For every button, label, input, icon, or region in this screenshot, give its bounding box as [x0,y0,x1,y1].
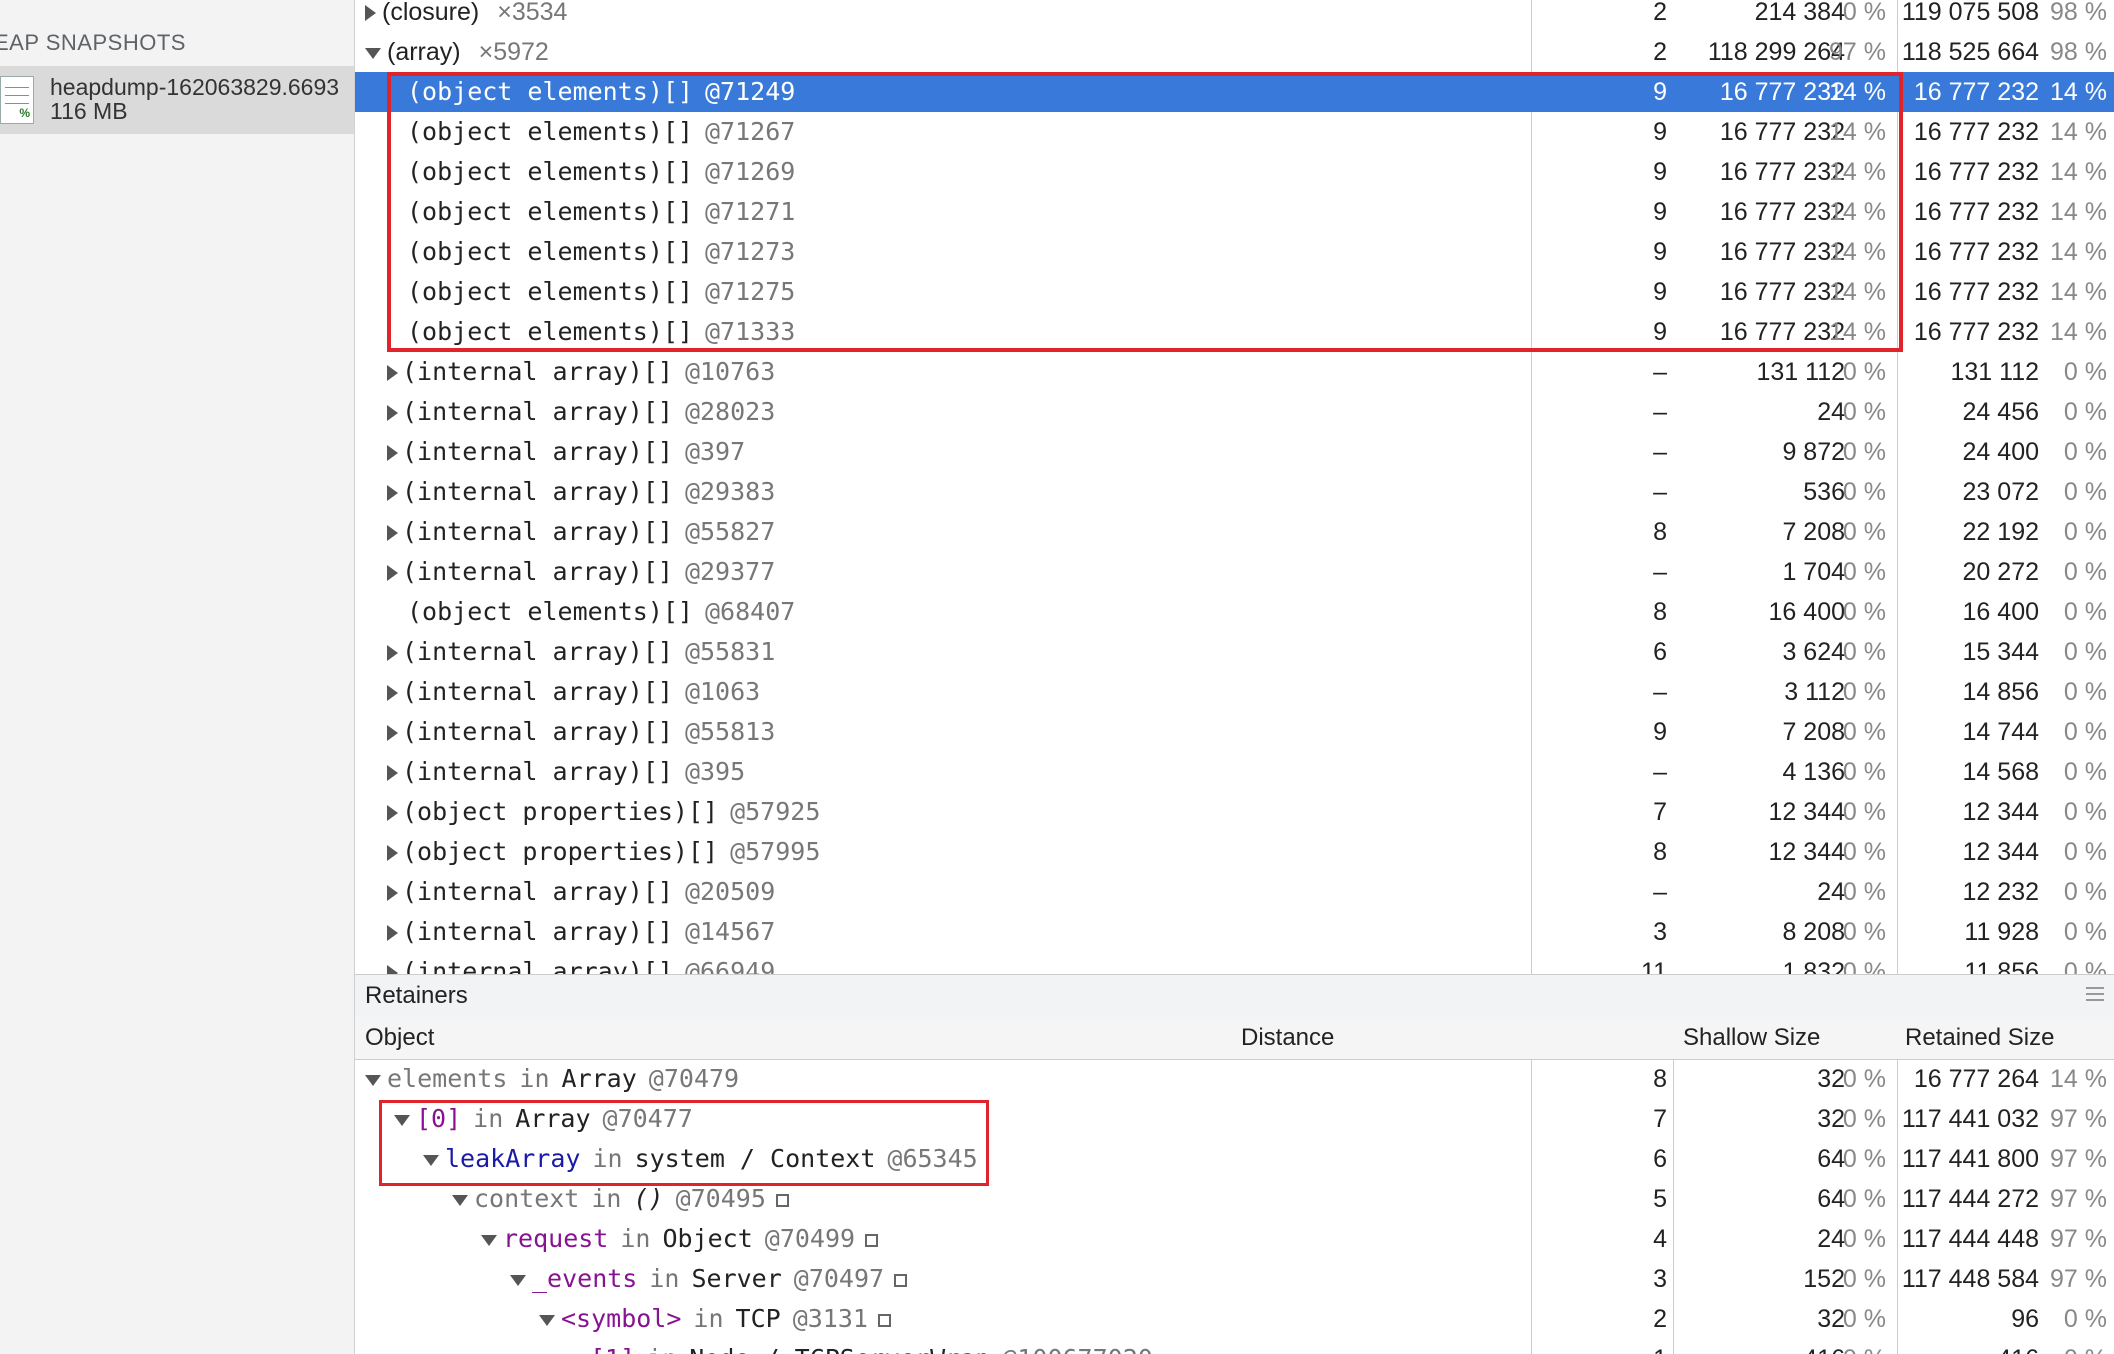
retained-percent-cell: 0 % [2063,518,2107,546]
retained-percent-cell: 0 % [2063,798,2107,826]
snapshot-size: 116 MB [50,98,128,124]
constructor-group-row[interactable]: (closure) ×3534 2 214 384 0 % 119 075 508 98 % [355,0,2114,32]
retained-percent-cell: 0 % [2063,878,2107,906]
heap-object-row[interactable]: (internal array)[] @14567 3 8 208 0 % 11 928 0… [355,912,2114,952]
retained-percent-cell: 97 % [2050,1105,2107,1133]
heap-object-row[interactable]: (object elements)[] @68407 8 16 400 0 % 16 40… [355,592,2114,632]
snapshots-section-title: EAP SNAPSHOTS [0,30,186,55]
retained-percent-cell: 0 % [2063,598,2107,626]
heap-object-row[interactable]: (object elements)[] @71249 9 16 777 232 14 %… [355,72,2114,112]
retained-percent-cell: 0 % [2063,758,2107,786]
retainer-row[interactable]: leakArray in system / Context @65345 6 64 0 % 1… [355,1139,2114,1179]
retained-percent-cell: 0 % [2063,838,2107,866]
retained-percent-cell: 14 % [2050,1065,2107,1093]
retainer-row[interactable]: [0] in Array @70477 7 32 0 % 117 441 032 97 % [355,1099,2114,1139]
heap-object-row[interactable]: (internal array)[] @1063–3 112 0 % 14 856 0 … [355,672,2114,712]
retained-percent-cell: 98 % [2050,0,2107,26]
retained-percent-cell: 0 % [2063,718,2107,746]
heap-snapshot-icon: % [0,76,34,124]
retainer-row[interactable]: request in Object @70499 4 24 0 % 117 444 448 97… [355,1219,2114,1259]
retained-percent-cell: 97 % [2050,1225,2107,1253]
summary-grid: (closure) ×3534 2 214 384 0 % 119 075 508 98 %… [355,0,2114,974]
retained-percent-cell: 0 % [2063,478,2107,506]
constructor-group-row[interactable]: (array) ×5972 2 118 299 264 97 % 118 525 664 9… [355,32,2114,72]
heap-object-row[interactable]: (internal array)[] @395–4 136 0 % 14 568 0 % [355,752,2114,792]
retained-percent-cell: 0 % [2063,558,2107,586]
retainers-grid: elements in Array @70479 8 32 0 % 16 777 264 14 … [355,1059,2114,1354]
retained-percent-cell: 14 % [2050,158,2107,186]
retained-percent-cell: 0 % [2063,678,2107,706]
heap-object-row[interactable]: (internal array)[] @55813 9 7 208 0 % 14 744 0… [355,712,2114,752]
retainers-column-headers: Object Distance Shallow Size Retained Si… [355,1017,2114,1060]
snapshots-sidebar: EAP SNAPSHOTS % heapdump-162063829.6693 … [0,0,355,1354]
retainer-row[interactable]: _events in Server @70497 3 152 0 % 117 448 584 9… [355,1259,2114,1299]
heap-object-row[interactable]: (object elements)[] @71271 9 16 777 232 14 %… [355,192,2114,232]
heap-object-row[interactable]: (object elements)[] @71267 9 16 777 232 14 %… [355,112,2114,152]
heap-object-row[interactable]: (internal array)[] @55827 8 7 208 0 % 22 192 0… [355,512,2114,552]
retained-percent-cell: 97 % [2050,1145,2107,1173]
retained-percent-cell: 98 % [2050,38,2107,66]
heap-object-row[interactable]: (object elements)[] @71273 9 16 777 232 14 %… [355,232,2114,272]
column-header-distance[interactable]: Distance [1241,1017,1334,1059]
retained-percent-cell: 0 % [2063,918,2107,946]
heap-object-row[interactable]: (internal array)[] @20509–24 0 % 12 232 0 % [355,872,2114,912]
retained-percent-cell: 0 % [2063,398,2107,426]
retainers-panel-header: Retainers [355,974,2114,1018]
snapshot-name: heapdump-162063829.6693 [50,74,340,100]
retained-percent-cell: 0 % [2063,638,2107,666]
heap-object-row[interactable]: (internal array)[] @55831 6 3 624 0 % 15 344 0… [355,632,2114,672]
retainers-title: Retainers [365,982,468,1009]
heap-object-row[interactable]: (internal array)[] @29377–1 704 0 % 20 272 0… [355,552,2114,592]
column-header-retained-size[interactable]: Retained Size [1905,1017,2054,1059]
retained-percent-cell: 97 % [2050,1265,2107,1293]
heap-object-row[interactable]: (internal array)[] @28023–24 0 % 24 456 0 % [355,392,2114,432]
retained-percent-cell: 0 % [2063,1305,2107,1333]
heap-object-row[interactable]: (object properties)[] @57925 7 12 344 0 % 12 … [355,792,2114,832]
heap-object-row[interactable]: (object elements)[] @71333 9 16 777 232 14 %… [355,312,2114,352]
retained-percent-cell: 0 % [2063,358,2107,386]
heap-object-row[interactable]: (object elements)[] @71275 9 16 777 232 14 %… [355,272,2114,312]
heap-object-row[interactable]: (internal array)[] @29383–536 0 % 23 072 0 % [355,472,2114,512]
heap-object-row[interactable]: (internal array)[] @10763–131 112 0 % 131 1… [355,352,2114,392]
heap-object-row[interactable]: (internal array)[] @397–9 872 0 % 24 400 0 % [355,432,2114,472]
column-header-object[interactable]: Object [365,1017,434,1059]
snapshot-item[interactable]: % heapdump-162063829.6693 116 MB [0,66,354,134]
retainer-row[interactable]: <symbol> in TCP @3131 2 32 0 % 96 0 % [355,1299,2114,1339]
retained-percent-cell: 14 % [2050,78,2107,106]
column-header-shallow-size[interactable]: Shallow Size [1683,1017,1820,1059]
retained-percent-cell: 97 % [2050,1185,2107,1213]
retainer-row[interactable]: elements in Array @70479 8 32 0 % 16 777 264 14 … [355,1059,2114,1099]
retainer-row[interactable]: [1]inNode / TCPServerWrap@10067702014160… [355,1339,2114,1354]
retained-percent-cell: 0 % [2063,438,2107,466]
retained-percent-cell: 0 % [355,1339,2107,1354]
heap-object-row[interactable]: (object elements)[] @71269 9 16 777 232 14 %… [355,152,2114,192]
panel-resize-icon[interactable] [2086,987,2104,1005]
heap-object-row[interactable]: (internal array)[] @66949 11 1 832 0 % 11 856… [355,952,2114,974]
retained-percent-cell: 14 % [2050,198,2107,226]
retained-percent-cell: 14 % [2050,118,2107,146]
heap-object-row[interactable]: (object properties)[] @57995 8 12 344 0 % 12 … [355,832,2114,872]
retained-percent-cell: 14 % [2050,278,2107,306]
retained-percent-cell: 14 % [2050,238,2107,266]
retainer-row[interactable]: context in() @70495 5 64 0 % 117 444 272 97 % [355,1179,2114,1219]
retained-percent-cell: 0 % [2063,958,2107,974]
retained-percent-cell: 14 % [2050,318,2107,346]
